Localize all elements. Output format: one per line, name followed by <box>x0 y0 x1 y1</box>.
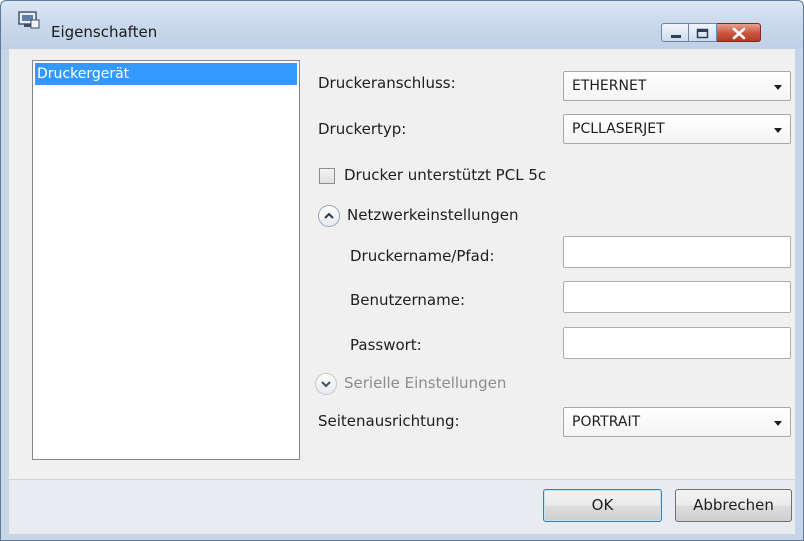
chevron-up-icon <box>324 212 334 219</box>
maximize-button[interactable] <box>689 23 717 42</box>
serial-settings-header: Serielle Einstellungen <box>344 374 507 392</box>
printer-path-label: Druckername/Pfad: <box>350 247 495 265</box>
username-input[interactable] <box>563 281 791 313</box>
cancel-button[interactable]: Abbrechen <box>675 489 792 522</box>
password-input[interactable] <box>563 327 791 359</box>
close-button[interactable] <box>717 23 761 42</box>
printer-port-value: ETHERNET <box>572 78 647 94</box>
category-list[interactable]: Druckergerät <box>32 60 300 460</box>
sidebar-item-printer-device[interactable]: Druckergerät <box>35 63 297 85</box>
printer-path-input[interactable] <box>563 236 791 268</box>
window-title: Eigenschaften <box>51 23 158 41</box>
chevron-down-icon <box>774 85 782 90</box>
chevron-down-icon <box>774 421 782 426</box>
printer-properties-icon <box>18 11 40 29</box>
printer-port-label: Druckeranschluss: <box>318 74 456 92</box>
password-label: Passwort: <box>350 336 422 354</box>
network-settings-toggle[interactable] <box>318 205 340 227</box>
title-bar[interactable]: Eigenschaften <box>1 1 803 49</box>
printer-type-dropdown[interactable]: PCLLASERJET <box>563 114 791 144</box>
ok-button[interactable]: OK <box>543 489 662 522</box>
printer-port-dropdown[interactable]: ETHERNET <box>563 71 791 101</box>
maximize-icon <box>696 28 709 39</box>
pcl5c-checkbox[interactable] <box>319 168 335 184</box>
minimize-button[interactable] <box>661 23 689 42</box>
username-label: Benutzername: <box>350 291 466 309</box>
printer-type-value: PCLLASERJET <box>572 121 665 137</box>
orientation-value: PORTRAIT <box>572 414 641 430</box>
pcl5c-label[interactable]: Drucker unterstützt PCL 5c <box>344 166 546 184</box>
orientation-label: Seitenausrichtung: <box>318 412 460 430</box>
printer-type-label: Druckertyp: <box>318 120 407 138</box>
chevron-down-icon <box>321 381 331 388</box>
minimize-icon <box>671 35 681 38</box>
serial-settings-toggle[interactable] <box>315 373 337 395</box>
close-icon <box>732 27 746 40</box>
chevron-down-icon <box>774 128 782 133</box>
network-settings-header[interactable]: Netzwerkeinstellungen <box>347 206 518 224</box>
orientation-dropdown[interactable]: PORTRAIT <box>563 407 791 437</box>
